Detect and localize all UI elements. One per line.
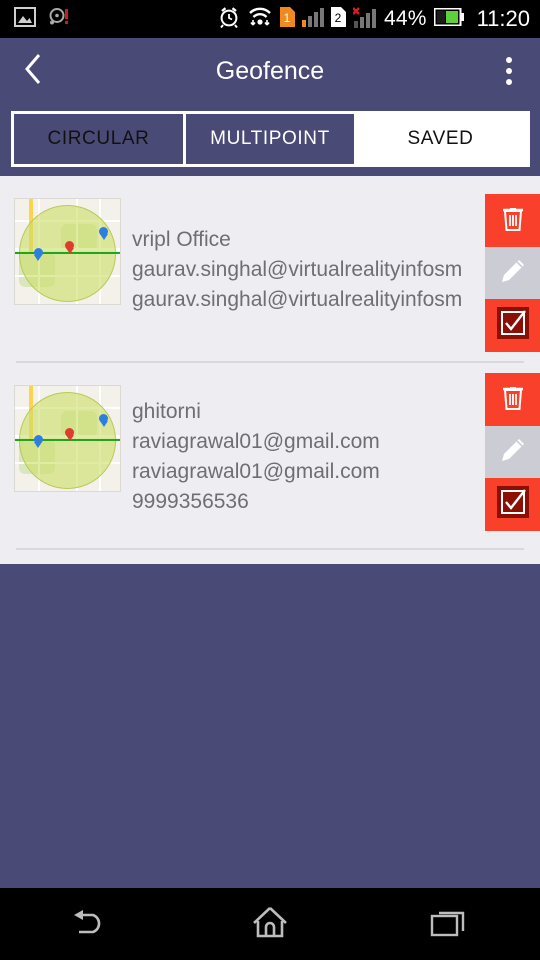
- app-screen: 1 2 44% 11:20 Geofence CIRCULAR MULTIPOI…: [0, 0, 540, 960]
- battery-icon: [433, 7, 464, 31]
- svg-text:1: 1: [284, 11, 291, 25]
- table-row[interactable]: vripl Office gaurav.singhal@virtualreali…: [0, 176, 540, 361]
- row-actions: [485, 373, 540, 531]
- map-pin-blue-icon: [99, 414, 108, 428]
- clock-label: 11:20: [476, 6, 530, 31]
- image-icon: [14, 6, 36, 32]
- overflow-dot: [506, 79, 512, 85]
- trash-icon: [501, 204, 525, 237]
- tab-bar: CIRCULAR MULTIPOINT SAVED: [0, 104, 540, 176]
- edit-button[interactable]: [485, 426, 540, 478]
- map-pin-blue-icon: [99, 227, 108, 241]
- list-bottom-spacer: [0, 550, 540, 564]
- status-bar-right-icons: 1 2 44% 11:20: [218, 6, 530, 33]
- geofence-name: ghitorni: [132, 399, 201, 423]
- trash-icon: [501, 383, 525, 416]
- page-title: Geofence: [215, 56, 325, 85]
- map-pin-red-icon: [65, 428, 75, 441]
- saved-geofence-list: vripl Office gaurav.singhal@virtualreali…: [0, 176, 540, 564]
- overflow-menu-icon: [506, 57, 512, 63]
- table-row[interactable]: ghitorni raviagrawal01@gmail.com raviagr…: [0, 363, 540, 548]
- pencil-icon: [499, 257, 527, 290]
- nav-recents-button[interactable]: [405, 896, 495, 952]
- delete-button[interactable]: [485, 194, 540, 247]
- pencil-icon: [499, 436, 527, 469]
- no-signal-icon: [352, 6, 377, 33]
- tab-saved[interactable]: SAVED: [354, 111, 530, 167]
- geofence-email-2: raviagrawal01@gmail.com: [132, 459, 380, 483]
- geofence-name: vripl Office: [132, 227, 231, 251]
- disc-warning-icon: [48, 7, 70, 32]
- battery-percent-label: 44%: [383, 7, 427, 30]
- select-button[interactable]: [485, 478, 540, 531]
- nav-home-button[interactable]: [225, 896, 315, 952]
- map-thumbnail-wrap: [0, 176, 122, 361]
- checkbox-checked-icon: [496, 307, 529, 344]
- back-nav-icon: [69, 906, 111, 943]
- row-actions: [485, 194, 540, 352]
- recents-nav-icon: [430, 905, 470, 944]
- overflow-menu-button[interactable]: [494, 52, 524, 90]
- map-thumbnail-wrap: [0, 363, 122, 548]
- svg-text:2: 2: [335, 11, 342, 25]
- geofence-email-2: gaurav.singhal@virtualrealityinfosm: [132, 287, 463, 311]
- delete-button[interactable]: [485, 373, 540, 426]
- back-button[interactable]: [16, 52, 50, 91]
- map-pin-blue-icon: [33, 435, 43, 449]
- geofence-email-1: raviagrawal01@gmail.com: [132, 429, 380, 453]
- wifi-icon: [247, 6, 273, 32]
- geofence-email-1: gaurav.singhal@virtualrealityinfosm: [132, 257, 463, 281]
- empty-area: [0, 564, 540, 890]
- status-bar-left-icons: [14, 6, 70, 32]
- tab-circular[interactable]: CIRCULAR: [11, 111, 183, 167]
- map-pin-red-icon: [65, 241, 75, 254]
- map-thumbnail: [14, 198, 121, 305]
- list-item-texts: vripl Office gaurav.singhal@virtualreali…: [122, 176, 540, 361]
- app-bar: Geofence: [0, 38, 540, 104]
- list-item-texts: ghitorni raviagrawal01@gmail.com raviagr…: [122, 363, 540, 548]
- select-button[interactable]: [485, 299, 540, 352]
- system-nav-bar: [0, 888, 540, 960]
- map-pin-blue-icon: [33, 248, 43, 262]
- sim1-icon: 1: [279, 6, 295, 32]
- map-thumbnail: [14, 385, 121, 492]
- signal-bars-icon: [301, 7, 324, 32]
- geofence-phone: 9999356536: [132, 489, 249, 513]
- nav-back-button[interactable]: [45, 896, 135, 952]
- sim2-icon: 2: [330, 6, 346, 32]
- overflow-dot: [506, 68, 512, 74]
- home-nav-icon: [250, 904, 290, 945]
- edit-button[interactable]: [485, 247, 540, 299]
- tab-multipoint[interactable]: MULTIPOINT: [183, 111, 354, 167]
- alarm-icon: [218, 6, 240, 33]
- back-chevron-icon: [22, 52, 44, 91]
- status-bar: 1 2 44% 11:20: [0, 0, 540, 38]
- checkbox-checked-icon: [496, 486, 529, 523]
